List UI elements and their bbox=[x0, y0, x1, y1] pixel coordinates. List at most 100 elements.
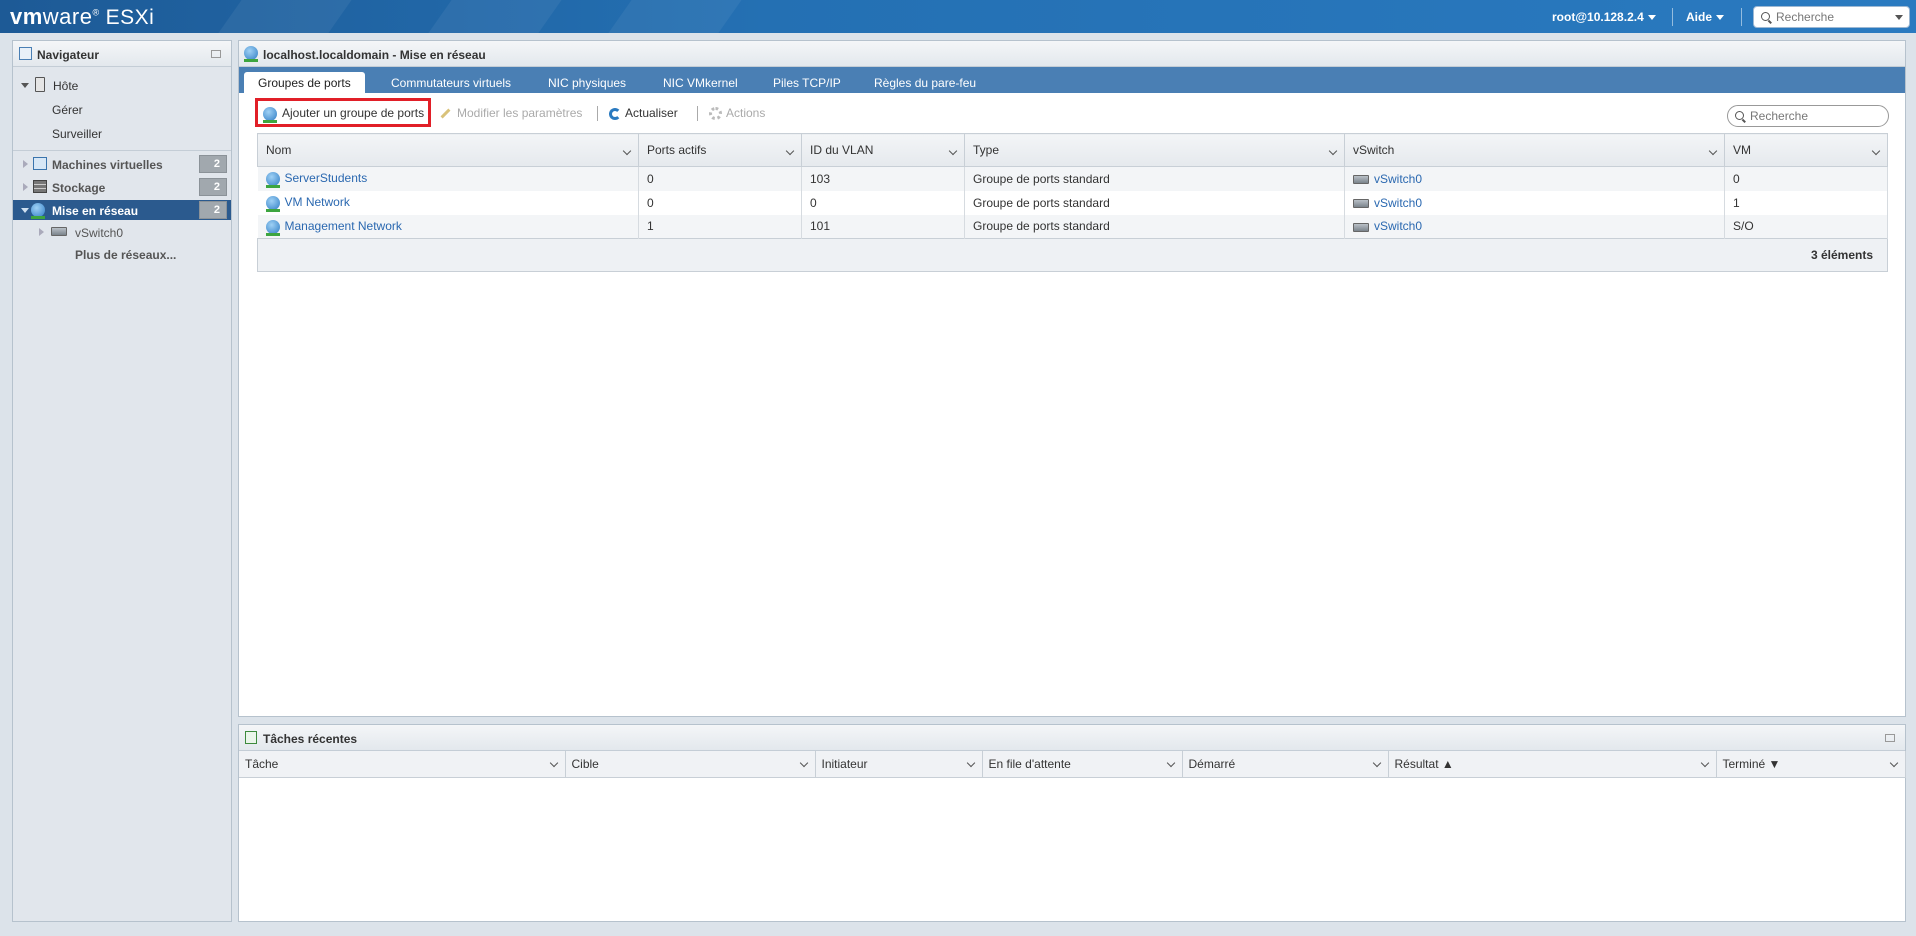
chevron-down-icon[interactable] bbox=[1328, 146, 1338, 156]
chevron-down-icon[interactable] bbox=[622, 146, 632, 156]
divider bbox=[13, 150, 231, 151]
navigator-title: Navigateur bbox=[37, 48, 100, 62]
vswitch-cell[interactable]: vSwitch0 bbox=[1344, 190, 1725, 215]
column-label: VM bbox=[1733, 143, 1751, 157]
tab-bar: Groupes de ports Commutateurs virtuels N… bbox=[239, 67, 1905, 93]
name-cell[interactable]: Management Network bbox=[257, 214, 639, 239]
tab-port-groups[interactable]: Groupes de ports bbox=[244, 72, 365, 93]
sidebar-item-virtual-machines[interactable]: Machines virtuelles 2 bbox=[13, 154, 231, 174]
tab-virtual-switches[interactable]: Commutateurs virtuels bbox=[391, 72, 511, 93]
column-header-task[interactable]: Tâche bbox=[239, 751, 566, 778]
search-placeholder: Recherche bbox=[1776, 10, 1835, 24]
column-header-initiator[interactable]: Initiateur bbox=[815, 751, 983, 778]
table-search-input[interactable]: Recherche bbox=[1727, 105, 1889, 127]
sidebar-item-manage[interactable]: Gérer bbox=[52, 103, 83, 117]
top-bar: vmware® ESXi root@10.128.2.4 Aide Recherc… bbox=[0, 0, 1916, 33]
column-label: En file d'attente bbox=[988, 756, 1071, 771]
divider bbox=[597, 106, 598, 121]
column-header-target[interactable]: Cible bbox=[565, 751, 816, 778]
user-menu[interactable]: root@10.128.2.4 bbox=[1552, 10, 1656, 24]
chevron-down-icon[interactable] bbox=[785, 146, 795, 156]
column-header-type[interactable]: Type bbox=[964, 133, 1345, 167]
panel-header: localhost.localdomain - Mise en réseau bbox=[239, 41, 1905, 67]
column-header-vswitch[interactable]: vSwitch bbox=[1344, 133, 1725, 167]
sidebar-item-storage[interactable]: Stockage 2 bbox=[13, 177, 231, 197]
vm-cell: 0 bbox=[1724, 166, 1888, 191]
vswitch-cell[interactable]: vSwitch0 bbox=[1344, 214, 1725, 239]
chevron-down-icon[interactable] bbox=[1372, 758, 1381, 768]
tab-firewall-rules[interactable]: Règles du pare-feu bbox=[874, 72, 976, 93]
button-label: Ajouter un groupe de ports bbox=[282, 106, 425, 120]
port-group-link[interactable]: ServerStudents bbox=[285, 171, 368, 185]
chevron-down-icon[interactable] bbox=[549, 758, 558, 768]
button-label: Actualiser bbox=[625, 106, 678, 120]
type-cell: Groupe de ports standard bbox=[964, 166, 1345, 191]
column-label: Type bbox=[973, 143, 1000, 157]
vswitch-link[interactable]: vSwitch0 bbox=[1374, 196, 1422, 210]
sidebar-item-networking[interactable]: Mise en réseau 2 bbox=[13, 200, 231, 220]
column-label: vSwitch bbox=[1353, 143, 1395, 157]
name-cell[interactable]: ServerStudents bbox=[257, 166, 639, 191]
page-title: localhost.localdomain - Mise en réseau bbox=[263, 48, 486, 62]
chevron-down-icon[interactable] bbox=[966, 758, 975, 768]
edit-settings-button[interactable]: Modifier les paramètres bbox=[440, 100, 582, 126]
table-row[interactable]: VM Network 0 0 Groupe de ports standard … bbox=[257, 190, 1888, 215]
column-header-completed[interactable]: Terminé ▼ bbox=[1716, 751, 1906, 778]
name-cell[interactable]: VM Network bbox=[257, 190, 639, 215]
vswitch-cell[interactable]: vSwitch0 bbox=[1344, 166, 1725, 191]
column-header-queued[interactable]: En file d'attente bbox=[982, 751, 1183, 778]
port-group-link[interactable]: VM Network bbox=[285, 195, 350, 209]
column-label: Cible bbox=[571, 756, 599, 771]
chevron-down-icon[interactable] bbox=[1895, 15, 1903, 20]
vswitch-link[interactable]: vSwitch0 bbox=[1374, 172, 1422, 186]
chevron-down-icon[interactable] bbox=[948, 146, 958, 156]
recent-tasks-table: Tâche Cible Initiateur En file d'attente… bbox=[239, 751, 1906, 778]
chevron-down-icon[interactable] bbox=[1166, 758, 1175, 768]
help-menu[interactable]: Aide bbox=[1686, 10, 1725, 24]
tab-vmkernel-nics[interactable]: NIC VMkernel bbox=[663, 72, 738, 93]
host-icon bbox=[35, 77, 45, 92]
count-badge: 2 bbox=[199, 178, 227, 196]
chevron-down-icon[interactable] bbox=[1889, 758, 1898, 768]
chevron-down-icon[interactable] bbox=[1871, 146, 1881, 156]
column-header-result[interactable]: Résultat ▲ bbox=[1388, 751, 1717, 778]
expand-arrow-icon[interactable] bbox=[21, 208, 29, 213]
sidebar-item-more-networks[interactable]: Plus de réseaux... bbox=[75, 248, 176, 262]
column-header-active-ports[interactable]: Ports actifs bbox=[638, 133, 802, 167]
port-group-link[interactable]: Management Network bbox=[285, 219, 402, 233]
column-header-vm[interactable]: VM bbox=[1724, 133, 1888, 167]
sidebar-item-monitor[interactable]: Surveiller bbox=[52, 127, 102, 141]
expand-arrow-icon[interactable] bbox=[21, 83, 29, 88]
chevron-down-icon[interactable] bbox=[799, 758, 808, 768]
collapse-panel-icon[interactable] bbox=[1885, 734, 1895, 742]
add-port-group-button[interactable]: Ajouter un groupe de ports bbox=[263, 100, 424, 126]
chevron-down-icon[interactable] bbox=[1708, 146, 1718, 156]
tab-physical-nics[interactable]: NIC physiques bbox=[548, 72, 626, 93]
vswitch-link[interactable]: vSwitch0 bbox=[1374, 219, 1422, 233]
table-footer: 3 éléments bbox=[257, 238, 1888, 272]
expand-arrow-icon[interactable] bbox=[23, 183, 28, 191]
table-row[interactable]: Management Network 1 101 Groupe de ports… bbox=[257, 214, 1888, 239]
search-icon bbox=[1761, 12, 1770, 21]
search-placeholder: Recherche bbox=[1750, 109, 1809, 123]
actions-button[interactable]: Actions bbox=[709, 100, 765, 126]
column-header-started[interactable]: Démarré bbox=[1182, 751, 1389, 778]
vmware-esxi-logo: vmware® ESXi bbox=[10, 4, 155, 29]
expand-arrow-icon[interactable] bbox=[23, 160, 28, 168]
column-header-vlan-id[interactable]: ID du VLAN bbox=[801, 133, 965, 167]
expand-arrow-icon[interactable] bbox=[39, 228, 44, 236]
add-network-icon bbox=[263, 106, 277, 123]
column-label: Terminé ▼ bbox=[1722, 756, 1781, 771]
column-header-name[interactable]: Nom bbox=[257, 133, 639, 167]
global-search-input[interactable]: Recherche bbox=[1753, 6, 1910, 28]
tab-tcpip-stacks[interactable]: Piles TCP/IP bbox=[773, 72, 841, 93]
sidebar-item-label: Stockage bbox=[52, 181, 106, 195]
sidebar-item-vswitch0[interactable]: vSwitch0 bbox=[13, 222, 231, 242]
collapse-panel-icon[interactable] bbox=[211, 50, 221, 58]
sidebar-item-host[interactable]: Hôte bbox=[13, 75, 231, 95]
table-row[interactable]: ServerStudents 0 103 Groupe de ports sta… bbox=[257, 166, 1888, 191]
virtual-machine-icon bbox=[33, 157, 47, 170]
navigator-header: Navigateur bbox=[13, 41, 231, 67]
chevron-down-icon[interactable] bbox=[1700, 758, 1709, 768]
refresh-button[interactable]: Actualiser bbox=[609, 100, 678, 126]
